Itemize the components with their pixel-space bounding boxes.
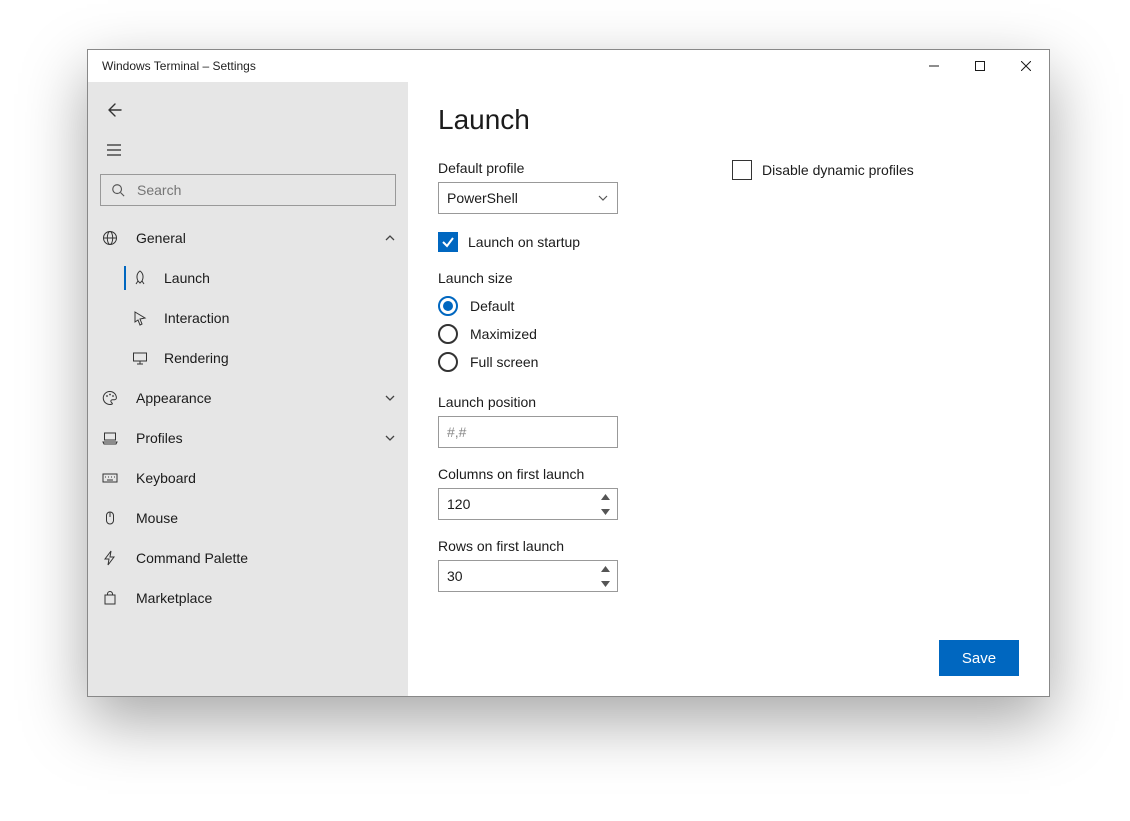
rocket-icon — [130, 268, 150, 288]
radio-label: Maximized — [470, 326, 537, 342]
caret-down-icon — [601, 509, 610, 515]
sidebar-item-profiles[interactable]: Profiles — [88, 418, 408, 458]
sidebar-item-label: Keyboard — [136, 470, 396, 486]
launch-position-label: Launch position — [438, 394, 1019, 410]
sidebar-subitem-label: Rendering — [164, 350, 229, 366]
back-button[interactable] — [94, 90, 134, 130]
chevron-up-icon — [384, 232, 396, 244]
rows-input[interactable]: 30 — [438, 560, 618, 592]
maximize-button[interactable] — [957, 50, 1003, 82]
keyboard-icon — [100, 468, 120, 488]
search-box[interactable] — [100, 174, 396, 206]
sidebar-item-general[interactable]: General — [88, 218, 408, 258]
caret-down-icon — [601, 581, 610, 587]
close-button[interactable] — [1003, 50, 1049, 82]
search-icon — [111, 183, 125, 197]
laptop-icon — [100, 428, 120, 448]
sidebar-item-label: Appearance — [136, 390, 384, 406]
sidebar-subitem-launch[interactable]: Launch — [88, 258, 408, 298]
sidebar-item-label: Command Palette — [136, 550, 396, 566]
rows-step-up[interactable] — [593, 561, 617, 576]
search-input[interactable] — [135, 181, 395, 199]
rows-step-down[interactable] — [593, 576, 617, 591]
disable-dynamic-profiles-label: Disable dynamic profiles — [762, 162, 914, 178]
sidebar-item-appearance[interactable]: Appearance — [88, 378, 408, 418]
content-pane: Launch Default profile PowerShell — [408, 82, 1049, 696]
sidebar-item-label: Mouse — [136, 510, 396, 526]
dropdown-selected-value: PowerShell — [447, 190, 597, 206]
cursor-icon — [130, 308, 150, 328]
radio-label: Full screen — [470, 354, 538, 370]
sidebar-item-mouse[interactable]: Mouse — [88, 498, 408, 538]
page-title: Launch — [438, 104, 1019, 136]
save-button[interactable]: Save — [939, 640, 1019, 676]
launch-size-radio-maximized[interactable] — [438, 324, 458, 344]
sidebar-subitem-interaction[interactable]: Interaction — [88, 298, 408, 338]
caret-up-icon — [601, 494, 610, 500]
sidebar-item-command-palette[interactable]: Command Palette — [88, 538, 408, 578]
back-arrow-icon — [106, 102, 122, 118]
sidebar-item-marketplace[interactable]: Marketplace — [88, 578, 408, 618]
palette-icon — [100, 388, 120, 408]
hamburger-button[interactable] — [94, 130, 134, 170]
settings-window: Windows Terminal – Settings — [87, 49, 1050, 697]
sidebar-item-keyboard[interactable]: Keyboard — [88, 458, 408, 498]
rows-label: Rows on first launch — [438, 538, 1019, 554]
window-title: Windows Terminal – Settings — [102, 59, 256, 73]
columns-label: Columns on first launch — [438, 466, 1019, 482]
lightning-icon — [100, 548, 120, 568]
radio-label: Default — [470, 298, 514, 314]
launch-size-radio-fullscreen[interactable] — [438, 352, 458, 372]
sidebar-item-label: General — [136, 230, 384, 246]
default-profile-label: Default profile — [438, 160, 618, 176]
sidebar-item-label: Profiles — [136, 430, 384, 446]
minimize-button[interactable] — [911, 50, 957, 82]
globe-icon — [100, 228, 120, 248]
monitor-icon — [130, 348, 150, 368]
launch-size-label: Launch size — [438, 270, 1019, 286]
columns-step-up[interactable] — [593, 489, 617, 504]
sidebar-subitem-label: Interaction — [164, 310, 229, 326]
minimize-icon — [929, 61, 939, 71]
hamburger-icon — [106, 142, 122, 158]
check-icon — [441, 235, 455, 249]
sidebar-subitem-rendering[interactable]: Rendering — [88, 338, 408, 378]
mouse-icon — [100, 508, 120, 528]
default-profile-dropdown[interactable]: PowerShell — [438, 182, 618, 214]
maximize-icon — [975, 61, 985, 71]
caret-up-icon — [601, 566, 610, 572]
launch-position-input[interactable] — [438, 416, 618, 448]
disable-dynamic-profiles-checkbox[interactable] — [732, 160, 752, 180]
chevron-down-icon — [384, 432, 396, 444]
shopping-bag-icon — [100, 588, 120, 608]
launch-on-startup-label: Launch on startup — [468, 234, 580, 250]
columns-value: 120 — [447, 496, 470, 512]
chevron-down-icon — [597, 192, 609, 204]
columns-step-down[interactable] — [593, 504, 617, 519]
title-bar: Windows Terminal – Settings — [88, 50, 1049, 82]
sidebar-item-label: Marketplace — [136, 590, 396, 606]
launch-size-radio-default[interactable] — [438, 296, 458, 316]
sidebar-subitem-label: Launch — [164, 270, 210, 286]
sidebar: General Launch — [88, 82, 408, 696]
launch-on-startup-checkbox[interactable] — [438, 232, 458, 252]
chevron-down-icon — [384, 392, 396, 404]
rows-value: 30 — [447, 568, 463, 584]
close-icon — [1021, 61, 1031, 71]
columns-input[interactable]: 120 — [438, 488, 618, 520]
